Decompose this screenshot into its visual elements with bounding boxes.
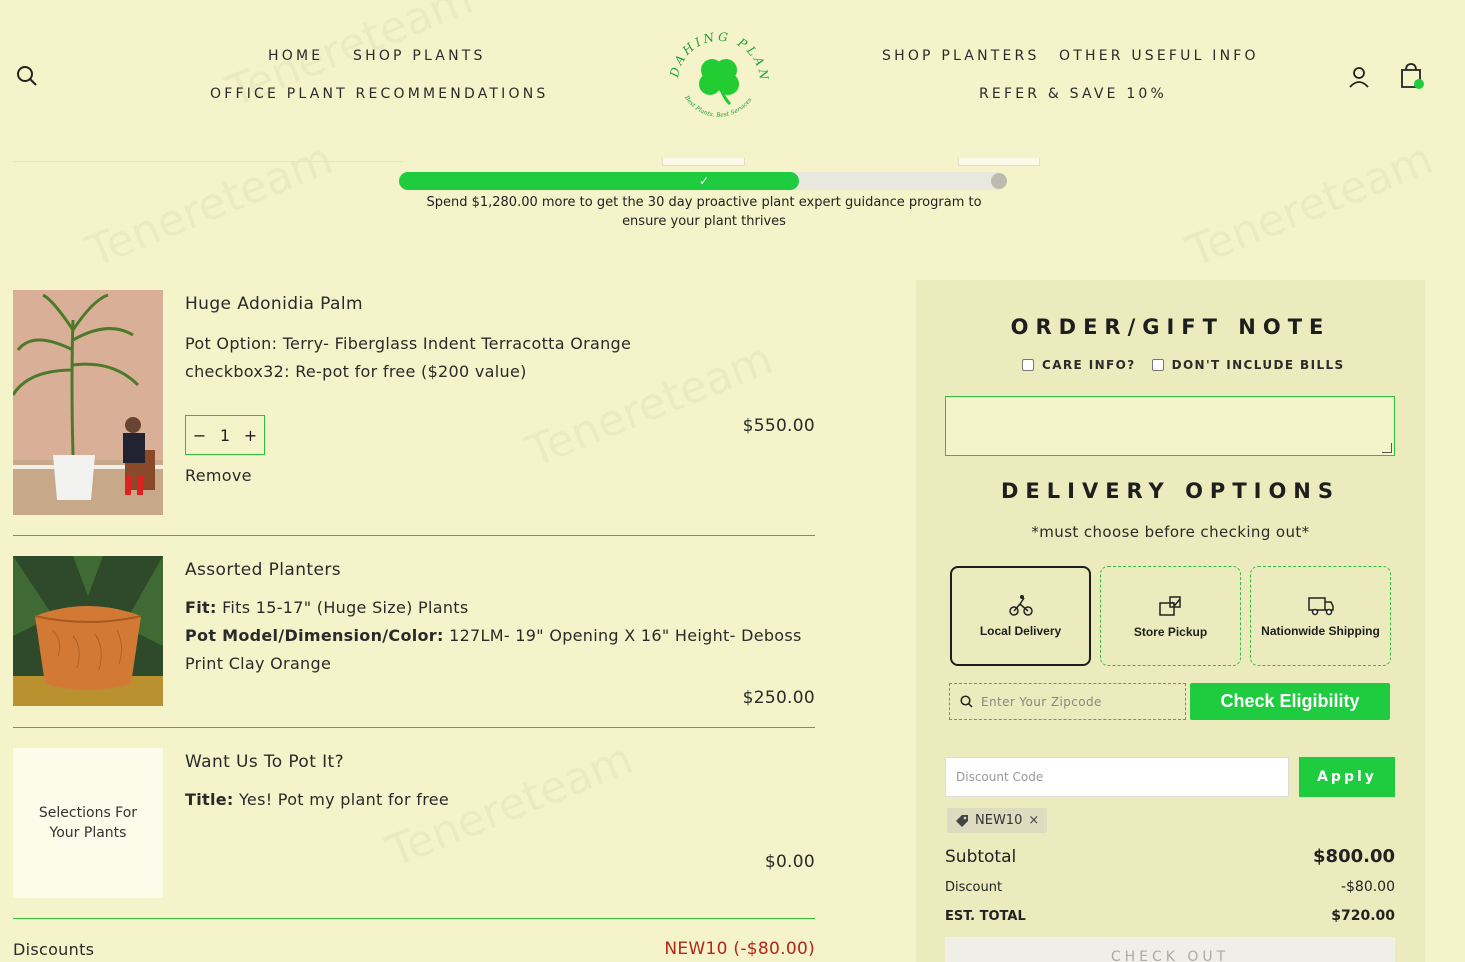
logo-text-bottom: Best Plants, Best Services (682, 94, 753, 119)
watermark: Tenereteam (1180, 133, 1440, 278)
nationwide-shipping-label: Nationwide Shipping (1261, 624, 1380, 638)
discounts-value: NEW10 (-$80.00) (664, 939, 815, 959)
watermark: Tenereteam (520, 333, 780, 478)
item-price: $250.00 (742, 688, 815, 708)
discount-value: -$80.00 (1340, 879, 1395, 895)
item-title[interactable]: Want Us To Pot It? (185, 752, 344, 772)
nav-home[interactable]: HOME (268, 48, 323, 64)
local-delivery-label: Local Delivery (979, 624, 1062, 638)
free-program-progress: ✓ (399, 172, 1007, 190)
check-eligibility-button[interactable]: Check Eligibility (1190, 683, 1390, 720)
local-delivery-option[interactable]: Local Delivery (950, 566, 1091, 666)
zipcode-placeholder: Enter Your Zipcode (981, 694, 1102, 709)
item-option-fit: Fit: Fits 15-17" (Huge Size) Plants (185, 598, 469, 617)
item-option-title: Title: Yes! Pot my plant for free (185, 790, 449, 809)
discounts-label: Discounts (13, 940, 95, 959)
item-divider (13, 918, 815, 919)
item-price: $550.00 (742, 416, 815, 436)
item-divider (13, 535, 815, 536)
progress-message: Spend $1,280.00 more to get the 30 day p… (426, 195, 982, 229)
remove-link[interactable]: Remove (185, 466, 252, 485)
progress-tooltip-left (662, 158, 745, 166)
increment-button[interactable]: + (244, 426, 257, 445)
delivery-scooter-icon (1008, 595, 1033, 616)
care-info-label: CARE INFO? (1042, 358, 1136, 372)
quantity-stepper[interactable]: − 1 + (185, 415, 265, 455)
progress-tooltip-right (958, 158, 1040, 166)
product-image-adonidia-palm[interactable] (13, 290, 163, 515)
checkbox-box[interactable] (1022, 359, 1034, 371)
title-value: Yes! Pot my plant for free (238, 790, 450, 809)
item-divider (13, 727, 815, 728)
decrement-button[interactable]: − (193, 426, 206, 445)
item-price: $0.00 (764, 852, 815, 872)
gift-note-textarea[interactable] (945, 396, 1395, 456)
item-option-repot: checkbox32: Re-pot for free ($200 value) (185, 362, 527, 381)
fit-label: Fit: (185, 598, 217, 617)
discount-label: Discount (945, 880, 1003, 895)
search-icon (960, 695, 973, 708)
thumb-text: Selections For Your Plants (38, 805, 138, 841)
svg-text:Best Plants, Best Services: Best Plants, Best Services (682, 94, 753, 119)
store-pickup-option[interactable]: Store Pickup (1100, 566, 1241, 666)
est-total-label: EST. TOTAL (945, 909, 1026, 924)
checkout-button[interactable]: CHECK OUT (945, 937, 1395, 962)
search-icon[interactable] (14, 63, 40, 89)
item-option-pot: Pot Option: Terry- Fiberglass Indent Ter… (185, 334, 632, 353)
logo[interactable]: DAHING PLANTS Best Plants, Best Services (658, 11, 774, 132)
store-pickup-label: Store Pickup (1133, 625, 1208, 639)
item-title[interactable]: Assorted Planters (185, 560, 341, 580)
discount-placeholder: Discount Code (956, 770, 1044, 784)
watermark: Tenereteam (80, 133, 340, 278)
quantity-value[interactable]: 1 (220, 426, 230, 445)
store-pickup-icon (1158, 596, 1181, 616)
account-icon[interactable] (1346, 64, 1372, 90)
header-divider (13, 161, 403, 162)
title-label: Title: (185, 790, 234, 809)
zipcode-input[interactable]: Enter Your Zipcode (949, 683, 1186, 720)
item-option-model: Pot Model/Dimension/Color: 127LM- 19" Op… (185, 626, 802, 645)
nav-refer-and-save[interactable]: REFER & SAVE 10% (979, 86, 1167, 102)
cart-icon[interactable] (1397, 62, 1425, 90)
checkbox-box[interactable] (1151, 359, 1164, 371)
nav-shop-plants[interactable]: SHOP PLANTS (353, 48, 486, 64)
nav-shop-planters[interactable]: SHOP PLANTERS (882, 48, 1040, 64)
shipping-truck-icon (1307, 597, 1334, 616)
item-option-model-cont: Print Clay Orange (185, 654, 332, 673)
dont-include-bills-checkbox[interactable]: DON'T INCLUDE BILLS (1151, 358, 1345, 372)
apply-discount-button[interactable]: Apply (1299, 757, 1395, 797)
est-total-value: $720.00 (1331, 908, 1395, 924)
item-title[interactable]: Huge Adonidia Palm (185, 294, 363, 314)
subtotal-label: Subtotal (945, 847, 1017, 867)
discount-code-input[interactable]: Discount Code (945, 757, 1289, 797)
care-info-checkbox[interactable]: CARE INFO? (1022, 358, 1136, 372)
model-value: 127LM- 19" Opening X 16" Height- Deboss (449, 626, 802, 645)
nationwide-shipping-option[interactable]: Nationwide Shipping (1250, 566, 1391, 666)
discount-tag-code: NEW10 (975, 813, 1023, 828)
progress-fill (399, 172, 799, 190)
order-gift-note-heading: ORDER/GIFT NOTE (1010, 315, 1331, 339)
note-options: CARE INFO? DON'T INCLUDE BILLS (1022, 358, 1345, 372)
product-image-assorted-planters[interactable] (13, 556, 163, 706)
nav-other-useful-info[interactable]: OTHER USEFUL INFO (1059, 48, 1259, 64)
model-label: Pot Model/Dimension/Color: (185, 626, 444, 645)
dont-include-bills-label: DON'T INCLUDE BILLS (1171, 358, 1345, 372)
remove-tag-icon[interactable]: × (1028, 813, 1039, 828)
subtotal-value: $800.00 (1313, 846, 1395, 867)
product-image-selections[interactable]: Selections For Your Plants (13, 748, 163, 898)
discount-tag: NEW10 × (947, 808, 1048, 833)
nav-office-plant-recommendations[interactable]: OFFICE PLANT RECOMMENDATIONS (210, 86, 548, 102)
resize-handle[interactable] (1382, 443, 1392, 453)
delivery-options-heading: DELIVERY OPTIONS (1000, 479, 1341, 503)
check-icon: ✓ (698, 174, 710, 188)
delivery-note: *must choose before checking out* (1031, 523, 1310, 541)
fit-value: Fits 15-17" (Huge Size) Plants (222, 598, 469, 617)
tag-icon (956, 814, 968, 827)
progress-milestone (991, 173, 1007, 189)
